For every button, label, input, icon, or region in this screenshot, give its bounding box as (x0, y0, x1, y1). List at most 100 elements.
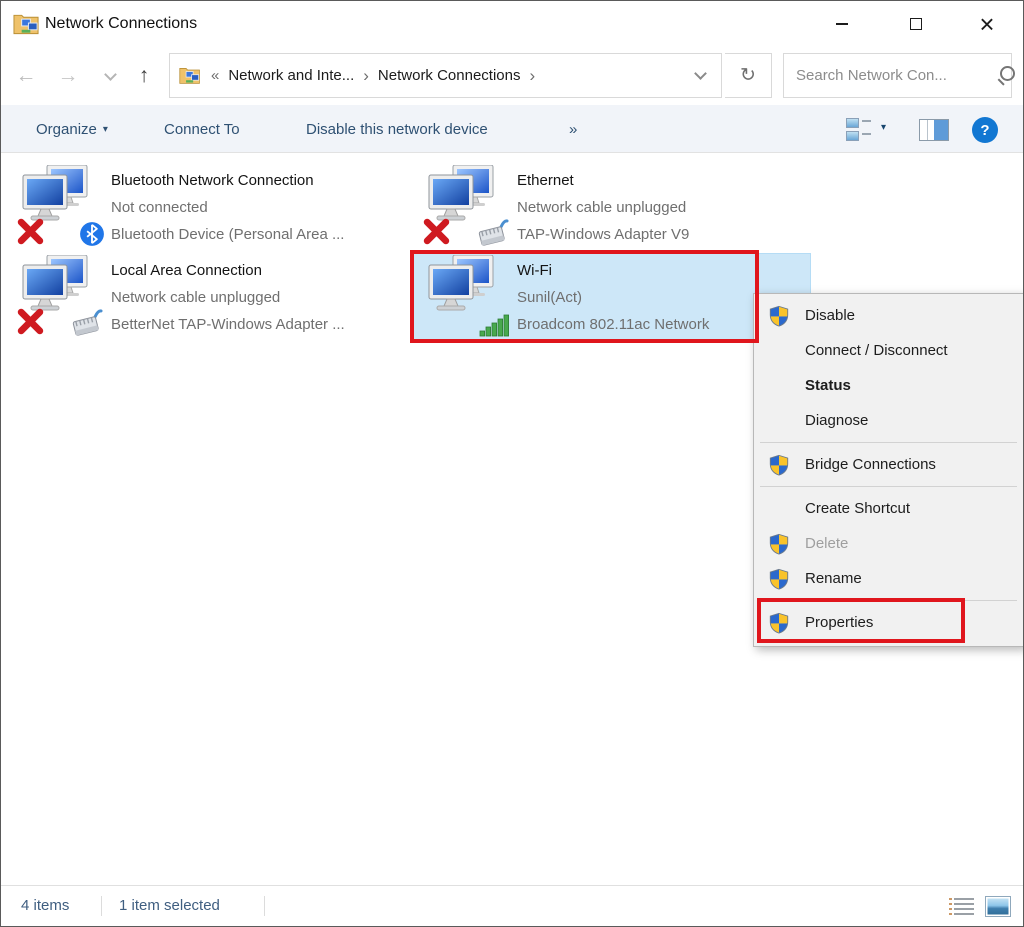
disable-device-label: Disable this network device (306, 121, 488, 138)
breadcrumb-separator-icon[interactable]: › (530, 66, 536, 86)
forward-icon: → (58, 64, 79, 88)
ethernet-plug-icon (473, 219, 511, 247)
connections-list: Bluetooth Network Connection Not connect… (1, 154, 1023, 887)
wifi-signal-bars-icon (479, 311, 511, 337)
shield-spacer (768, 410, 790, 432)
close-icon: × (979, 11, 994, 37)
close-button[interactable]: × (961, 1, 1013, 47)
maximize-button[interactable] (890, 1, 942, 47)
connection-name: Wi-Fi (517, 257, 709, 284)
back-button[interactable]: ← (9, 59, 43, 93)
preview-pane-button[interactable] (919, 119, 949, 141)
up-icon: ↑ (139, 64, 150, 88)
connect-to-button[interactable]: Connect To (164, 105, 240, 153)
address-location-icon (179, 66, 201, 85)
details-view-button[interactable] (954, 898, 974, 915)
search-icon[interactable] (995, 65, 1017, 87)
help-button[interactable]: ? (972, 117, 998, 143)
shield-spacer (768, 375, 790, 397)
toolbar-overflow-icon: » (569, 121, 577, 138)
connection-status: Network cable unplugged (111, 284, 345, 311)
statusbar-divider (101, 896, 102, 916)
connection-status: Network cable unplugged (517, 194, 689, 221)
computers-icon (427, 255, 497, 313)
menu-separator (760, 600, 1017, 601)
connection-device: TAP-Windows Adapter V9 (517, 221, 689, 248)
chevron-down-icon (104, 68, 117, 81)
address-dropdown-icon[interactable] (694, 67, 707, 80)
maximize-icon (910, 18, 922, 30)
connection-item-ethernet[interactable]: Ethernet Network cable unplugged TAP-Win… (425, 163, 815, 251)
items-count: 4 items (21, 897, 69, 914)
menu-item-bridge-connections[interactable]: Bridge Connections (754, 447, 1024, 482)
large-icons-view-button[interactable] (985, 896, 1011, 917)
uac-shield-icon (768, 568, 790, 590)
organize-button[interactable]: Organize ▾ (36, 105, 108, 153)
menu-separator (760, 486, 1017, 487)
toolbar-overflow-button[interactable]: » (569, 105, 577, 153)
shield-spacer (768, 498, 790, 520)
minimize-button[interactable] (816, 1, 868, 47)
connection-name: Ethernet (517, 167, 689, 194)
ethernet-plug-icon (67, 309, 105, 337)
bluetooth-icon (79, 221, 105, 247)
organize-caret-icon: ▾ (103, 124, 108, 135)
uac-shield-icon (768, 612, 790, 634)
connect-to-label: Connect To (164, 121, 240, 138)
network-folder-icon (13, 12, 40, 36)
window-title: Network Connections (45, 15, 197, 33)
menu-item-diagnose[interactable]: Diagnose (754, 403, 1024, 438)
connection-icon (19, 165, 107, 249)
command-toolbar: Organize ▾ Connect To Disable this netwo… (1, 105, 1023, 153)
back-icon: ← (16, 64, 37, 88)
recent-locations-button[interactable] (93, 59, 127, 93)
menu-item-label: Status (805, 377, 851, 394)
refresh-button[interactable]: ↻ (725, 53, 772, 98)
disconnected-x-icon (17, 218, 44, 245)
disconnected-x-icon (17, 308, 44, 335)
menu-item-delete[interactable]: Delete (754, 526, 1024, 561)
menu-item-label: Connect / Disconnect (805, 342, 948, 359)
connection-item-local-area[interactable]: Local Area Connection Network cable unpl… (19, 253, 409, 341)
menu-item-disable[interactable]: Disable (754, 298, 1024, 333)
search-input[interactable] (784, 67, 995, 84)
view-thumbnail-icon (846, 131, 859, 141)
connection-item-bluetooth[interactable]: Bluetooth Network Connection Not connect… (19, 163, 409, 251)
help-icon: ? (980, 122, 989, 139)
forward-button[interactable]: → (51, 59, 85, 93)
menu-item-connect-disconnect[interactable]: Connect / Disconnect (754, 333, 1024, 368)
navigation-bar: ← → ↑ « Network and Inte... › Network Co… (1, 49, 1023, 105)
uac-shield-icon (768, 305, 790, 327)
connection-icon (425, 255, 513, 339)
menu-item-rename[interactable]: Rename (754, 561, 1024, 596)
breadcrumb-network-and-internet[interactable]: Network and Inte... (228, 67, 354, 84)
menu-item-label: Delete (805, 535, 848, 552)
breadcrumb-network-connections[interactable]: Network Connections (378, 67, 521, 84)
change-view-button[interactable] (846, 117, 872, 143)
connection-name: Local Area Connection (111, 257, 345, 284)
menu-item-label: Properties (805, 614, 873, 631)
statusbar-divider (264, 896, 265, 916)
menu-item-create-shortcut[interactable]: Create Shortcut (754, 491, 1024, 526)
connection-device: Broadcom 802.11ac Network (517, 311, 709, 338)
view-line-icon (862, 120, 871, 122)
disable-device-button[interactable]: Disable this network device (306, 105, 488, 153)
organize-label: Organize (36, 121, 97, 138)
breadcrumb-separator-icon[interactable]: › (363, 66, 369, 86)
menu-item-label: Bridge Connections (805, 456, 936, 473)
up-button[interactable]: ↑ (127, 59, 161, 93)
change-view-caret-icon[interactable]: ▾ (881, 122, 886, 133)
address-bar[interactable]: « Network and Inte... › Network Connecti… (169, 53, 722, 98)
menu-item-label: Diagnose (805, 412, 868, 429)
connection-status: Sunil(Act) (517, 284, 709, 311)
breadcrumb-overflow-icon[interactable]: « (211, 67, 219, 84)
context-menu: Disable Connect / Disconnect Status Diag… (753, 293, 1024, 647)
connection-name: Bluetooth Network Connection (111, 167, 344, 194)
connection-icon (425, 165, 513, 249)
search-box[interactable] (783, 53, 1012, 98)
menu-separator (760, 442, 1017, 443)
uac-shield-icon (768, 454, 790, 476)
menu-item-properties[interactable]: Properties (754, 605, 1024, 640)
connection-text: Wi-Fi Sunil(Act) Broadcom 802.11ac Netwo… (517, 257, 709, 338)
menu-item-status[interactable]: Status (754, 368, 1024, 403)
